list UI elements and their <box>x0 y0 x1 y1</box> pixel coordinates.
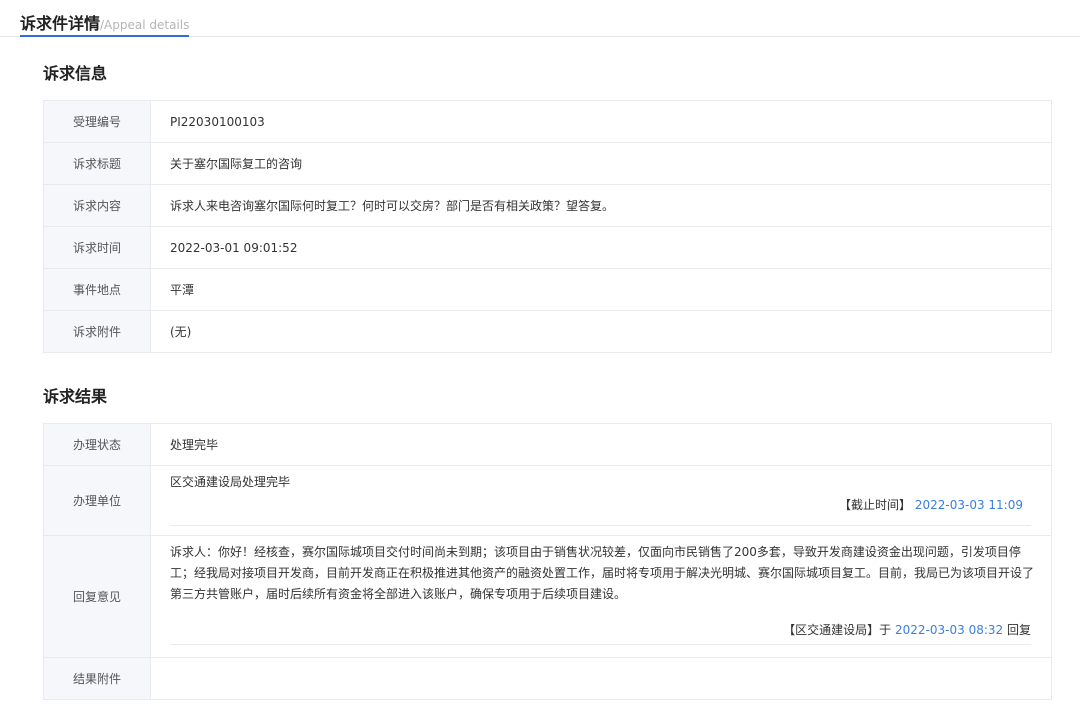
page-title-tab: 诉求件详情/Appeal details <box>20 10 190 37</box>
section-title-appeal-result: 诉求结果 <box>43 387 108 406</box>
page-header: 诉求件详情/Appeal details <box>0 0 1080 37</box>
event-location-value: 平潭 <box>150 268 1052 311</box>
accept-number-value: PI22030100103 <box>150 100 1052 143</box>
row-label: 事件地点 <box>43 268 151 311</box>
appeal-result-table: 办理状态 处理完毕 办理单位 区交通建设局处理完毕 【截止时间】 2022-03… <box>43 423 1052 700</box>
row-label: 诉求附件 <box>43 310 151 353</box>
deadline-value: 2022-03-03 11:09 <box>914 498 1023 512</box>
appeal-info-table: 受理编号 PI22030100103 诉求标题 关于塞尔国际复工的咨询 诉求内容… <box>43 100 1052 353</box>
reply-suffix: 回复 <box>1006 623 1031 637</box>
page-title: 诉求件详情 <box>20 14 101 33</box>
table-row: 办理状态 处理完毕 <box>43 423 1052 466</box>
appeal-content-value: 诉求人来电咨询塞尔国际何时复工？何时可以交房？部门是否有相关政策？望答复。 <box>150 184 1052 227</box>
table-row: 诉求内容 诉求人来电咨询塞尔国际何时复工？何时可以交房？部门是否有相关政策？望答… <box>43 184 1052 227</box>
handling-status-value: 处理完毕 <box>150 423 1052 466</box>
row-label: 办理单位 <box>43 465 151 536</box>
deadline: 【截止时间】 2022-03-03 11:09 <box>839 496 1023 513</box>
reply-meta: 【区交通建设局】于 2022-03-03 08:32 回复 <box>783 621 1031 638</box>
table-row: 办理单位 区交通建设局处理完毕 【截止时间】 2022-03-03 11:09 <box>43 465 1052 536</box>
table-row: 结果附件 <box>43 657 1052 700</box>
row-label: 诉求内容 <box>43 184 151 227</box>
reply-text: 诉求人：你好！经核查，赛尔国际城项目交付时间尚未到期；该项目由于销售状况较差，仅… <box>170 545 1035 601</box>
deadline-label: 【截止时间】 <box>839 498 912 512</box>
section-title-appeal-info: 诉求信息 <box>43 64 108 83</box>
row-label: 诉求标题 <box>43 142 151 185</box>
row-label: 受理编号 <box>43 100 151 143</box>
appeal-time-value: 2022-03-01 09:01:52 <box>150 226 1052 269</box>
table-row: 事件地点 平潭 <box>43 268 1052 311</box>
table-row: 回复意见 诉求人：你好！经核查，赛尔国际城项目交付时间尚未到期；该项目由于销售状… <box>43 535 1052 658</box>
appeal-attachment-value: (无) <box>150 310 1052 353</box>
result-attachment-value <box>150 657 1052 700</box>
reply-time: 2022-03-03 08:32 <box>895 623 1004 637</box>
handling-unit-cell: 区交通建设局处理完毕 【截止时间】 2022-03-03 11:09 <box>150 465 1052 536</box>
row-label: 结果附件 <box>43 657 151 700</box>
table-row: 诉求标题 关于塞尔国际复工的咨询 <box>43 142 1052 185</box>
reply-org: 【区交通建设局】于 <box>783 623 892 637</box>
table-row: 诉求附件 (无) <box>43 310 1052 353</box>
divider <box>170 525 1031 526</box>
reply-cell: 诉求人：你好！经核查，赛尔国际城项目交付时间尚未到期；该项目由于销售状况较差，仅… <box>150 535 1052 658</box>
row-label: 办理状态 <box>43 423 151 466</box>
row-label: 回复意见 <box>43 535 151 658</box>
appeal-title-value: 关于塞尔国际复工的咨询 <box>150 142 1052 185</box>
row-label: 诉求时间 <box>43 226 151 269</box>
page-subtitle: /Appeal details <box>100 18 190 32</box>
table-row: 受理编号 PI22030100103 <box>43 100 1052 143</box>
handling-unit-text: 区交通建设局处理完毕 <box>170 475 291 489</box>
divider <box>170 644 1031 645</box>
table-row: 诉求时间 2022-03-01 09:01:52 <box>43 226 1052 269</box>
